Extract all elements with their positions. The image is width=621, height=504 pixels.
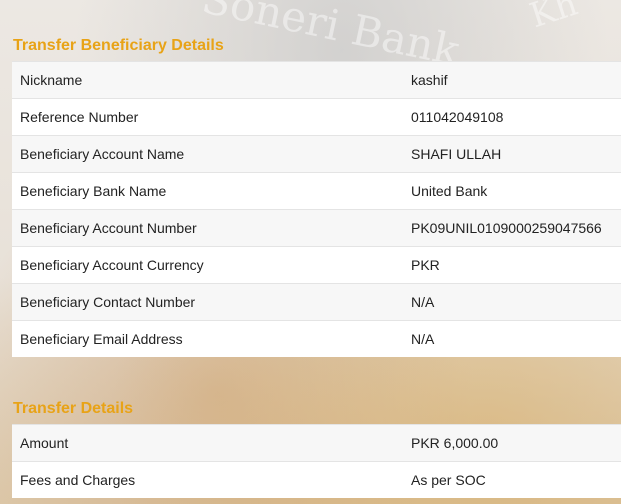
beneficiary-details-table: Nickname kashif Reference Number 0110420… bbox=[12, 61, 621, 357]
row-label: Amount bbox=[12, 424, 395, 462]
row-value: SHAFI ULLAH bbox=[395, 135, 621, 173]
row-label: Fees and Charges bbox=[12, 461, 395, 498]
row-value: N/A bbox=[395, 320, 621, 357]
table-row: Nickname kashif bbox=[12, 61, 621, 99]
table-row: Amount PKR 6,000.00 bbox=[12, 424, 621, 462]
row-label: Beneficiary Email Address bbox=[12, 320, 395, 357]
table-row: Beneficiary Account Number PK09UNIL01090… bbox=[12, 209, 621, 247]
table-row: Beneficiary Account Currency PKR bbox=[12, 246, 621, 284]
transfer-details-section: Transfer Details Amount PKR 6,000.00 Fee… bbox=[0, 394, 621, 498]
row-value: PKR 6,000.00 bbox=[395, 424, 621, 462]
row-label: Beneficiary Account Number bbox=[12, 209, 395, 247]
transfer-details-heading: Transfer Details bbox=[13, 400, 134, 417]
table-row: Beneficiary Contact Number N/A bbox=[12, 283, 621, 321]
beneficiary-details-section: Transfer Beneficiary Details Nickname ka… bbox=[0, 31, 621, 357]
table-row: Beneficiary Account Name SHAFI ULLAH bbox=[12, 135, 621, 173]
transfer-details-table: Amount PKR 6,000.00 Fees and Charges As … bbox=[12, 424, 621, 498]
row-label: Reference Number bbox=[12, 98, 395, 136]
row-value: kashif bbox=[395, 61, 621, 99]
row-label: Beneficiary Bank Name bbox=[12, 172, 395, 210]
table-row: Beneficiary Email Address N/A bbox=[12, 320, 621, 357]
table-row: Fees and Charges As per SOC bbox=[12, 461, 621, 498]
row-label: Beneficiary Account Name bbox=[12, 135, 395, 173]
row-label: Beneficiary Contact Number bbox=[12, 283, 395, 321]
row-value: As per SOC bbox=[395, 461, 621, 498]
row-label: Nickname bbox=[12, 61, 395, 99]
row-value: PK09UNIL0109000259047566 bbox=[395, 209, 621, 247]
row-value: 011042049108 bbox=[395, 98, 621, 136]
table-row: Beneficiary Bank Name United Bank bbox=[12, 172, 621, 210]
row-value: N/A bbox=[395, 283, 621, 321]
row-label: Beneficiary Account Currency bbox=[12, 246, 395, 284]
row-value: United Bank bbox=[395, 172, 621, 210]
row-value: PKR bbox=[395, 246, 621, 284]
table-row: Reference Number 011042049108 bbox=[12, 98, 621, 136]
beneficiary-details-heading: Transfer Beneficiary Details bbox=[13, 37, 224, 54]
